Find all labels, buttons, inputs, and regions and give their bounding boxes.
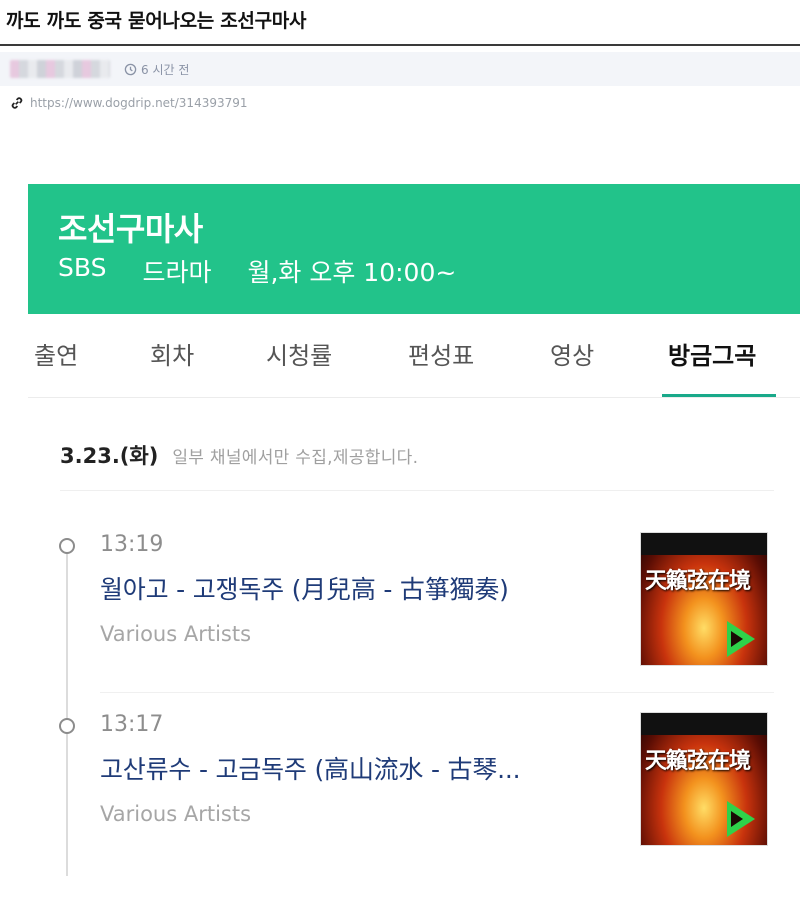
title-divider [0,44,800,46]
source-link[interactable]: https://www.dogdrip.net/314393791 [10,96,248,110]
track-time: 13:17 [100,712,164,737]
divider [60,490,774,491]
show-channel: SBS [58,253,107,282]
divider [100,692,774,693]
cover-title: 天籟弦在境 [645,568,751,594]
tab-schedule[interactable]: 편성표 [408,336,474,371]
album-cover[interactable]: 天籟弦在境 [640,712,768,846]
playlist-date-row: 3.23.(화) 일부 채널에서만 수집,제공합니다. [60,440,418,470]
timeline-dot-icon [59,718,75,734]
show-tabs: 출연 회차 시청률 편성표 영상 방금그곡 [28,314,800,398]
link-icon [11,97,23,109]
tab-recent-songs[interactable]: 방금그곡 [668,336,756,371]
post-time: 6 시간 전 [124,61,189,78]
track-artist: Various Artists [100,802,252,826]
tab-videos[interactable]: 영상 [550,336,594,371]
playlist-note: 일부 채널에서만 수집,제공합니다. [172,448,419,468]
cover-band [641,713,767,735]
tab-episodes[interactable]: 회차 [150,336,194,371]
play-icon-inner [731,631,743,647]
embedded-screenshot: 조선구마사 SBS 드라마 월,화 오후 10:00~ 출연 회차 시청률 편성… [28,184,800,905]
album-cover[interactable]: 天籟弦在境 [640,532,768,666]
playlist-date: 3.23.(화) [60,444,159,468]
active-tab-indicator [662,394,776,397]
track-item[interactable]: 13:19 월아고 - 고쟁독주 (月兒高 - 古箏獨奏) Various Ar… [28,532,800,702]
show-title: 조선구마사 [58,210,203,248]
cover-band [641,533,767,555]
post-title: 까도 까도 중국 묻어나오는 조선구마사 [6,10,307,32]
tab-cast[interactable]: 출연 [34,336,78,371]
track-time: 13:19 [100,532,164,557]
post-time-text: 6 시간 전 [141,63,190,77]
track-item[interactable]: 13:17 고산류수 - 고금독주 (高山流水 - 古琴... Various … [28,712,800,882]
show-schedule: 월,화 오후 10:00~ [247,258,457,287]
author-name-blurred[interactable] [10,60,110,78]
track-artist: Various Artists [100,622,252,646]
cover-title: 天籟弦在境 [645,748,751,774]
timeline-dot-icon [59,538,75,554]
show-banner: 조선구마사 SBS 드라마 월,화 오후 10:00~ [28,184,800,314]
show-info: SBS 드라마 월,화 오후 10:00~ [58,253,456,289]
track-title[interactable]: 고산류수 - 고금독주 (高山流水 - 古琴... [100,750,521,786]
post-meta-bar: 6 시간 전 [0,52,800,86]
clock-icon [124,63,137,76]
tab-ratings[interactable]: 시청률 [266,336,332,371]
source-url[interactable]: https://www.dogdrip.net/314393791 [30,96,248,110]
play-icon-inner [731,811,743,827]
show-genre: 드라마 [142,258,212,287]
track-title[interactable]: 월아고 - 고쟁독주 (月兒高 - 古箏獨奏) [100,570,509,606]
